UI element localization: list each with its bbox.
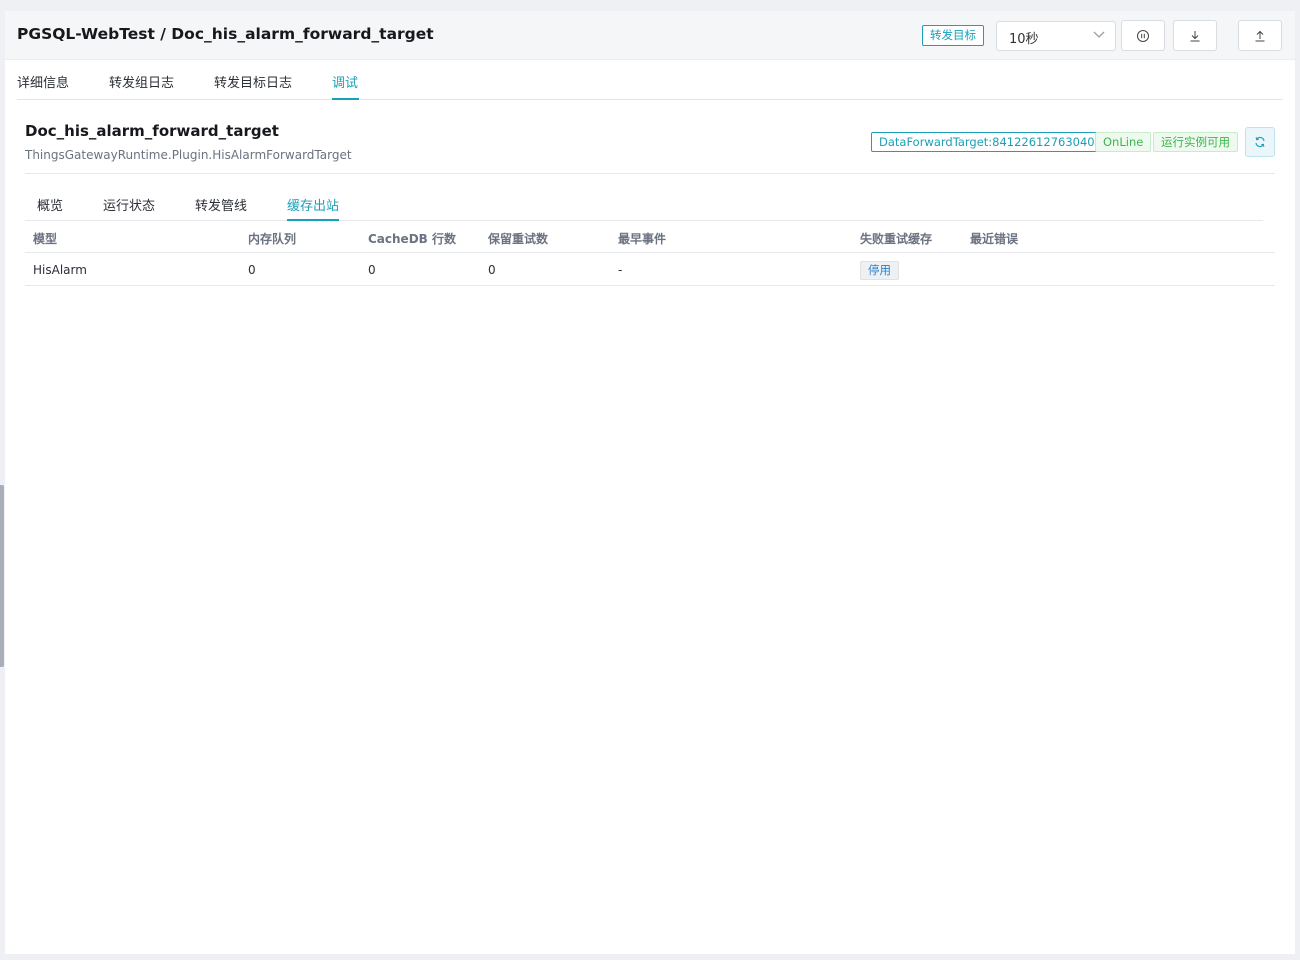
table-row: HisAlarm 0 0 0 - 停用 — [25, 254, 1275, 286]
plugin-name: ThingsGatewayRuntime.Plugin.HisAlarmForw… — [25, 148, 352, 162]
pause-button[interactable] — [1121, 20, 1165, 51]
tab-forward-group-log[interactable]: 转发组日志 — [109, 72, 174, 91]
column-header: 最早事件 — [618, 232, 667, 246]
refresh-button[interactable] — [1245, 127, 1275, 157]
column-header: 模型 — [33, 232, 58, 246]
status-badge: OnLine — [1095, 132, 1152, 152]
active-tab-indicator — [332, 98, 359, 100]
page-header: PGSQL-WebTest / Doc_his_alarm_forward_ta… — [5, 11, 1295, 60]
refresh-interval-value: 10秒 — [1009, 32, 1039, 47]
column-header: CacheDB 行数 — [368, 232, 456, 246]
pause-icon — [1137, 29, 1149, 42]
column-header: 内存队列 — [248, 232, 297, 246]
main-tabs: 详细信息 转发组日志 转发目标日志 调试 — [17, 60, 1283, 100]
cell-retained-retries: 0 — [488, 263, 496, 277]
cell-model: HisAlarm — [33, 263, 87, 277]
debug-sub-tabs: 概览 运行状态 转发管线 缓存出站 — [25, 186, 1263, 221]
section-divider — [25, 173, 1275, 174]
target-id-tag: DataForwardTarget:841226127630405 — [871, 132, 1110, 152]
page-title: PGSQL-WebTest / Doc_his_alarm_forward_ta… — [17, 25, 434, 43]
column-header: 最近错误 — [970, 232, 1019, 246]
tab-forward-target-log[interactable]: 转发目标日志 — [214, 72, 292, 91]
tab-details[interactable]: 详细信息 — [17, 72, 69, 91]
cell-cachedb-rows: 0 — [368, 263, 376, 277]
upload-button[interactable] — [1238, 20, 1282, 51]
subtab-overview[interactable]: 概览 — [37, 195, 63, 214]
column-header: 保留重试数 — [488, 232, 549, 246]
column-header: 失败重试缓存 — [860, 232, 933, 246]
subtab-runtime-status[interactable]: 运行状态 — [103, 195, 155, 214]
disable-retry-cache-button[interactable]: 停用 — [860, 261, 899, 280]
main-panel: PGSQL-WebTest / Doc_his_alarm_forward_ta… — [5, 11, 1295, 954]
refresh-icon — [1255, 136, 1265, 148]
target-title: Doc_his_alarm_forward_target — [25, 122, 279, 140]
availability-badge: 运行实例可用 — [1153, 132, 1238, 152]
cell-earliest-event: - — [618, 263, 623, 277]
subtab-forward-pipeline[interactable]: 转发管线 — [195, 195, 247, 214]
tab-debug[interactable]: 调试 — [332, 72, 358, 91]
upload-icon — [1255, 30, 1265, 41]
table-header: 模型 内存队列 CacheDB 行数 保留重试数 最早事件 失败重试缓存 最近错… — [25, 221, 1275, 253]
chevron-down-icon — [1093, 31, 1105, 38]
subtab-cache-outbound[interactable]: 缓存出站 — [287, 195, 339, 214]
download-icon — [1190, 30, 1200, 41]
cell-memory-queue: 0 — [248, 263, 256, 277]
download-button[interactable] — [1173, 20, 1217, 51]
target-type-badge: 转发目标 — [922, 25, 984, 46]
left-scroll-handle[interactable] — [0, 485, 4, 667]
refresh-interval-select[interactable]: 10秒 — [996, 21, 1116, 51]
